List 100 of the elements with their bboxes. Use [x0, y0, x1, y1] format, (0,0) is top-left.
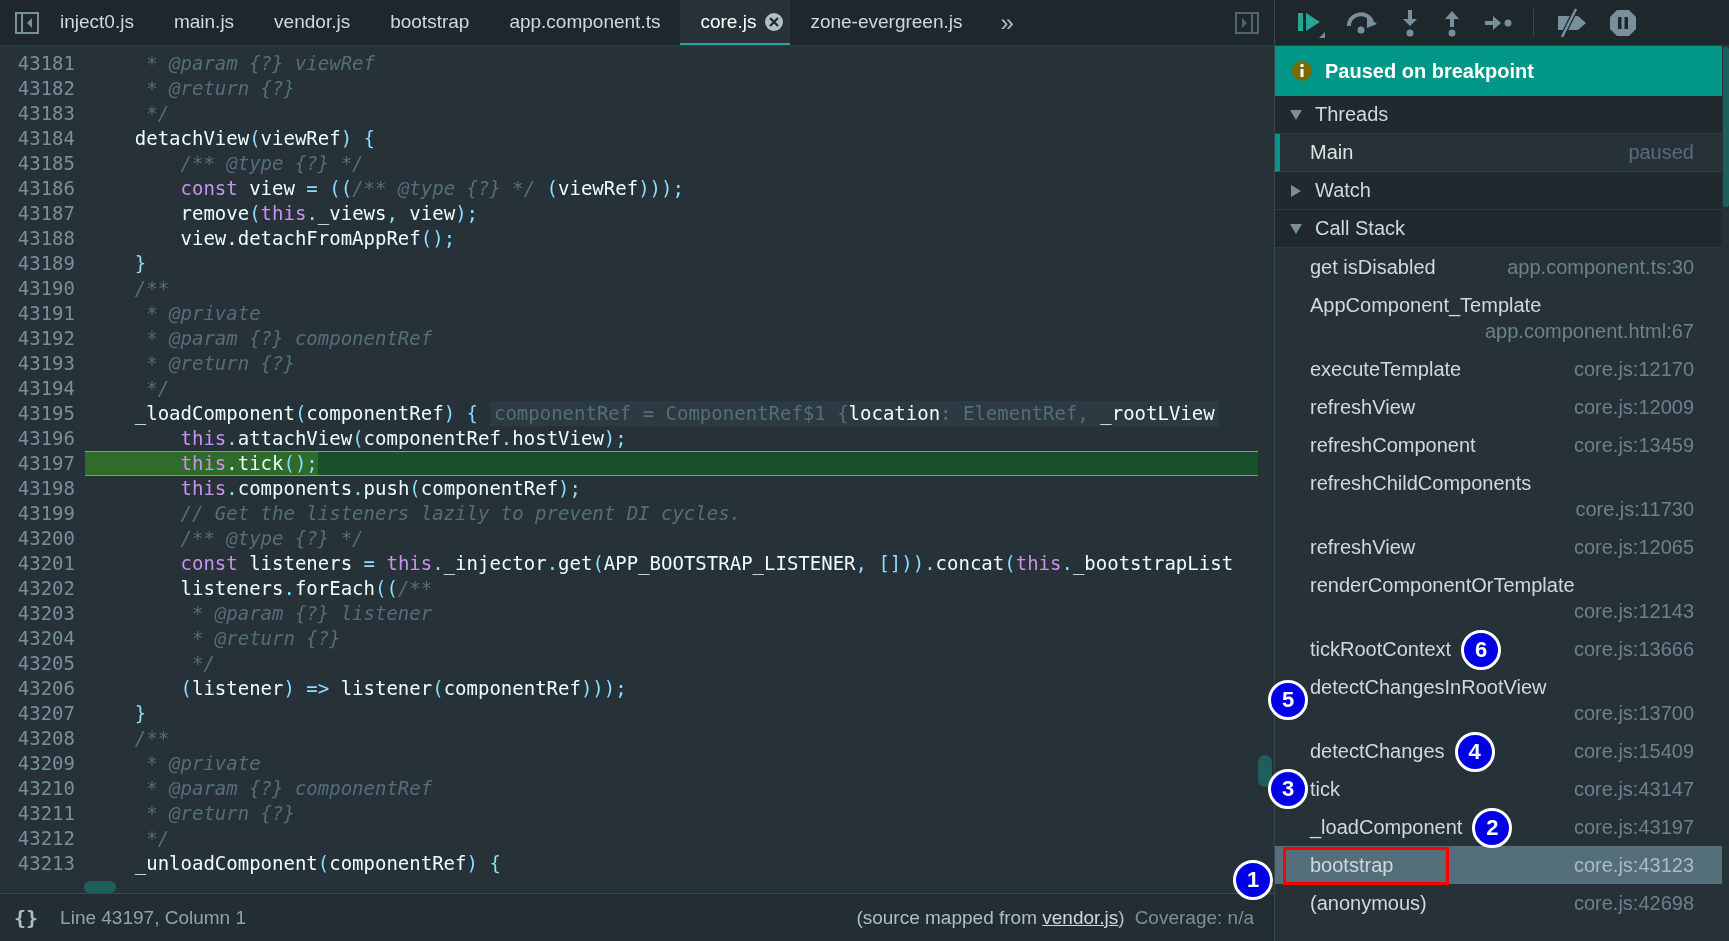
code-line: * @return {?}: [145, 76, 295, 101]
frame-name: renderComponentOrTemplate: [1310, 573, 1575, 598]
line-number: 43207: [16, 701, 76, 726]
file-tab[interactable]: inject0.js: [40, 0, 154, 45]
frame-location: core.js:43123: [1573, 853, 1694, 878]
line-number: 43193: [16, 351, 76, 376]
source-link[interactable]: vendor.js: [1042, 906, 1119, 928]
paused-message: Paused on breakpoint: [1325, 59, 1534, 83]
line-number: 43202: [16, 576, 76, 601]
line-number: 43208: [16, 726, 76, 751]
code-line: (listener) => listener(componentRef)));: [179, 676, 627, 701]
expanded-arrow-icon: [1289, 222, 1303, 235]
file-tab[interactable]: vendor.js: [254, 0, 371, 45]
code-line: view.detachFromAppRef();: [179, 226, 456, 251]
code-line: this.components.push(componentRef);: [179, 476, 581, 501]
frame-location: core.js:12143: [1573, 599, 1694, 624]
code-line: * @private: [145, 301, 261, 326]
frame-location: app.component.html:67: [1484, 319, 1694, 344]
code-line: }: [133, 701, 147, 726]
code-line: }: [133, 251, 147, 276]
line-number: 43189: [16, 251, 76, 276]
frame-location: core.js:12170: [1573, 357, 1694, 382]
sidebar-toggle-icon[interactable]: [14, 10, 40, 35]
code-line: */: [145, 101, 170, 126]
code-line: * @param {?} listener: [190, 601, 433, 626]
code-line: * @private: [145, 751, 261, 776]
frame-name: get isDisabled: [1310, 255, 1436, 280]
more-tabs-button[interactable]: »: [982, 0, 1032, 45]
call-frame[interactable]: refreshView core.js:12009: [1310, 388, 1722, 426]
call-frame[interactable]: AppComponent_Template app.component.html:67: [1310, 286, 1722, 350]
line-number: 43195: [16, 401, 76, 426]
frame-location: core.js:13459: [1573, 433, 1694, 458]
file-tab[interactable]: zone-evergreen.js: [790, 0, 983, 45]
line-number: 43194: [16, 376, 76, 401]
frame-name: tick: [1310, 777, 1340, 802]
call-frame[interactable]: tickRootContext 6 core.js:13666: [1310, 630, 1722, 668]
line-number: 43213: [16, 851, 76, 876]
frame-name: AppComponent_Template: [1310, 293, 1542, 318]
frame-name: (anonymous): [1310, 891, 1427, 916]
call-frame[interactable]: refreshChildComponents core.js:11730: [1310, 464, 1722, 528]
line-number: 43200: [16, 526, 76, 551]
scrollbar-thumb[interactable]: [1723, 47, 1729, 207]
scrollbar-thumb[interactable]: [84, 881, 116, 893]
line-number: 43191: [16, 301, 76, 326]
file-tab[interactable]: main.js: [153, 0, 255, 45]
call-frame[interactable]: bootstrap core.js:43123: [1275, 846, 1722, 884]
call-frame[interactable]: renderComponentOrTemplate core.js:12143: [1310, 566, 1722, 630]
code-line: /**: [133, 276, 170, 301]
line-number: 43181: [16, 51, 76, 76]
number-badge: 5: [1268, 680, 1308, 720]
info-icon: [1291, 60, 1313, 82]
collapsed-arrow-icon: [1289, 183, 1303, 198]
line-number: 43204: [16, 626, 76, 651]
line-number: 43187: [16, 201, 76, 226]
expanded-arrow-icon: [1289, 108, 1303, 121]
code-line: * @param {?} viewRef: [145, 51, 375, 76]
code-line: const view = ((/** @type {?} */ (viewRef)));: [179, 176, 684, 201]
panel-toggle-icon[interactable]: [1234, 10, 1260, 35]
line-number: 43209: [16, 751, 76, 776]
file-tab[interactable]: bootstrap: [370, 0, 490, 45]
frame-location: core.js:12065: [1573, 535, 1694, 560]
line-number: 43183: [16, 101, 76, 126]
frame-name: refreshView: [1310, 395, 1416, 420]
pretty-print-button[interactable]: {}: [14, 905, 39, 930]
code-line: */: [190, 651, 215, 676]
call-frame[interactable]: get isDisabled app.component.ts:30: [1310, 248, 1722, 286]
code-line: // Get the listeners lazily to prevent DI cycles.: [179, 501, 742, 526]
frame-location: core.js:11730: [1575, 497, 1694, 522]
frame-name: executeTemplate: [1310, 357, 1462, 382]
frame-name: refreshChildComponents: [1310, 471, 1532, 496]
frame-location: app.component.ts:30: [1507, 255, 1694, 280]
file-tab[interactable]: core.js: [680, 0, 791, 45]
line-number: 43186: [16, 176, 76, 201]
frame-location: core.js:12009: [1573, 395, 1694, 420]
thread-row[interactable]: Main paused: [1275, 134, 1722, 172]
call-frame[interactable]: tick core.js:43147: [1310, 770, 1722, 808]
line-number: 43212: [16, 826, 76, 851]
call-frame[interactable]: (anonymous) core.js:42698: [1310, 884, 1722, 922]
code-line: */: [145, 826, 170, 851]
scrollbar-thumb[interactable]: [1258, 755, 1272, 787]
call-frame[interactable]: executeTemplate core.js:12170: [1310, 350, 1722, 388]
code-line: remove(this._views, view);: [179, 201, 478, 226]
line-number: 43188: [16, 226, 76, 251]
section-header[interactable]: Call Stack: [1275, 210, 1722, 248]
code-line: */: [145, 376, 170, 401]
call-frame[interactable]: detectChangesInRootView core.js:13700: [1310, 668, 1722, 732]
line-number: 43190: [16, 276, 76, 301]
call-frame[interactable]: refreshView core.js:12065: [1310, 528, 1722, 566]
call-frame[interactable]: detectChanges 4 core.js:15409: [1310, 732, 1722, 770]
section-header[interactable]: Watch: [1275, 172, 1722, 210]
close-icon[interactable]: [764, 11, 785, 32]
file-tab[interactable]: app.component.ts: [489, 0, 681, 45]
frame-location: core.js:42698: [1573, 891, 1694, 916]
line-number: 43210: [16, 776, 76, 801]
call-frame[interactable]: refreshComponent core.js:13459: [1310, 426, 1722, 464]
code-line: * @return {?}: [190, 626, 341, 651]
number-badge: 4: [1454, 732, 1495, 772]
section-header[interactable]: Threads: [1275, 96, 1722, 134]
frame-name: detectChangesInRootView: [1310, 675, 1547, 700]
pause-exceptions-icon[interactable]: [1608, 7, 1638, 38]
